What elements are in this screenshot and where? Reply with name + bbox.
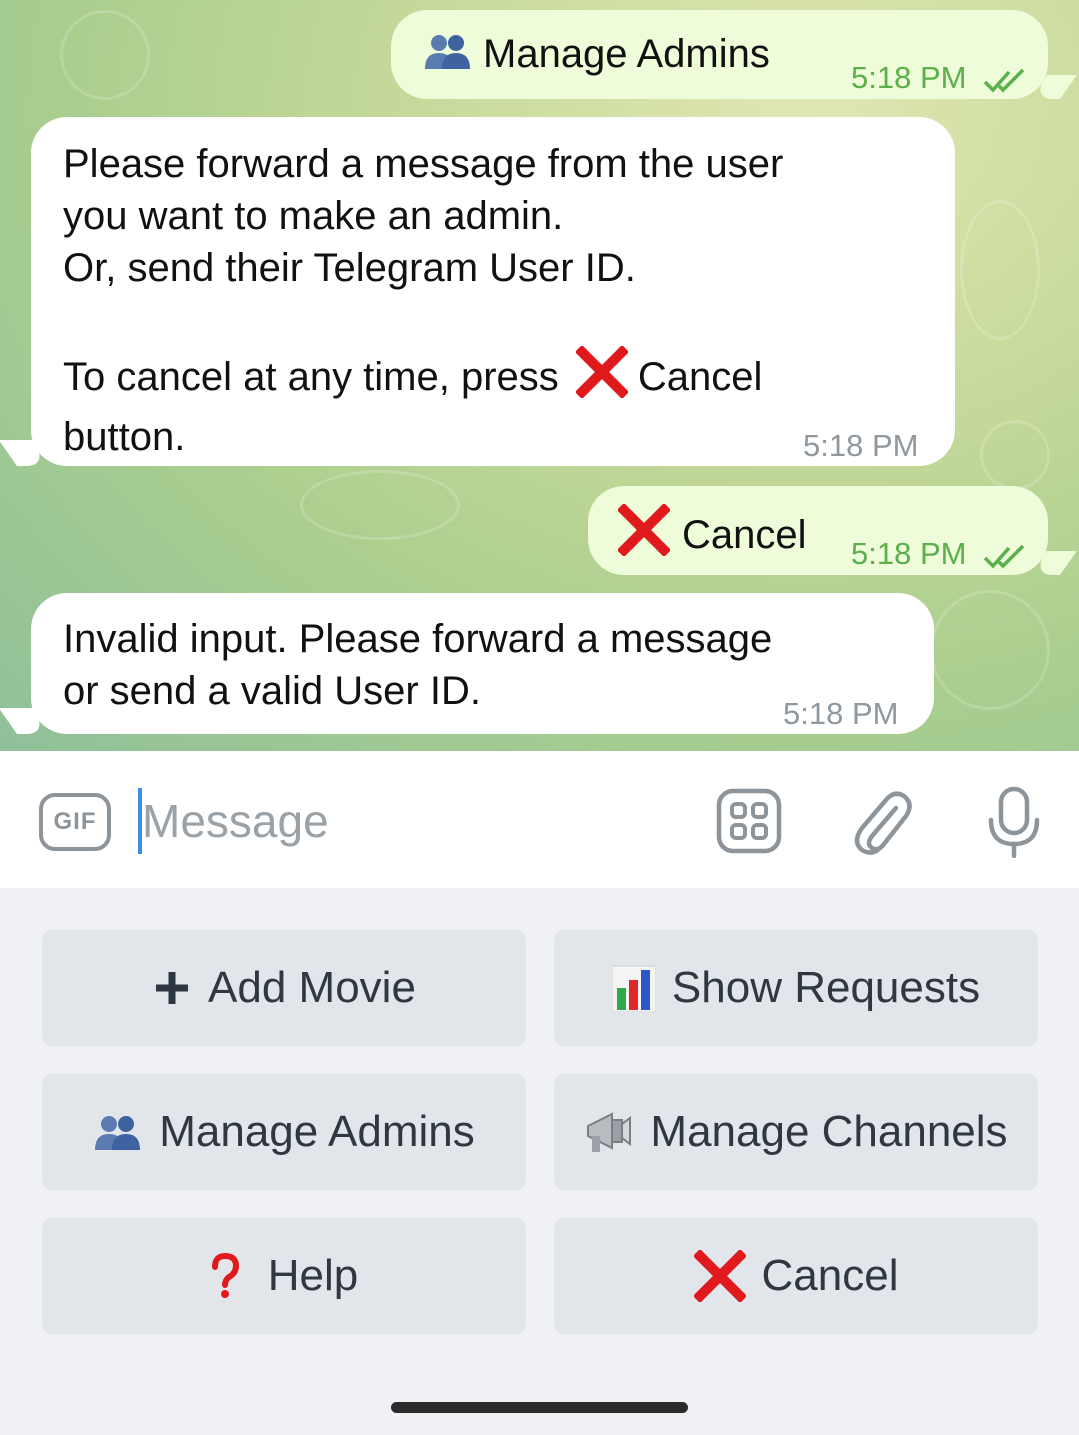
button-label: Manage Channels bbox=[650, 1107, 1008, 1156]
cross-mark-icon bbox=[693, 1250, 746, 1302]
message-text: Manage Admins bbox=[483, 32, 770, 76]
incoming-message[interactable]: Please forward a message from the user y… bbox=[31, 117, 955, 466]
plus-icon bbox=[152, 968, 192, 1008]
background-doodle bbox=[960, 200, 1040, 340]
message-text: Cancel bbox=[682, 513, 807, 557]
button-label: Add Movie bbox=[208, 963, 416, 1012]
double-check-icon bbox=[983, 58, 1029, 110]
message-time: 5:18 PM bbox=[783, 696, 899, 731]
message-content: Manage Admins bbox=[423, 28, 770, 84]
message-content: Cancel bbox=[616, 502, 807, 569]
button-label: Show Requests bbox=[671, 963, 981, 1012]
manage-admins-button[interactable]: Manage Admins bbox=[42, 1074, 526, 1190]
incoming-message[interactable]: Invalid input. Please forward a message … bbox=[31, 593, 934, 734]
button-label: Help bbox=[267, 1251, 359, 1300]
question-mark-icon bbox=[210, 1253, 240, 1299]
busts-in-silhouette-icon bbox=[423, 31, 473, 84]
cancel-button[interactable]: Cancel bbox=[554, 1218, 1038, 1334]
show-requests-button[interactable]: Show Requests bbox=[554, 930, 1038, 1046]
message-meta: 5:18 PM bbox=[851, 528, 1029, 586]
outgoing-message[interactable]: Cancel 5:18 PM bbox=[588, 486, 1048, 575]
gif-button[interactable]: GIF bbox=[39, 793, 111, 851]
message-meta: 5:18 PM bbox=[851, 52, 1029, 110]
megaphone-icon bbox=[584, 1108, 634, 1156]
home-indicator bbox=[391, 1402, 688, 1413]
message-input[interactable] bbox=[142, 790, 682, 852]
bot-keyboard-toggle-icon[interactable] bbox=[716, 788, 782, 854]
manage-channels-button[interactable]: Manage Channels bbox=[554, 1074, 1038, 1190]
double-check-icon bbox=[983, 534, 1029, 586]
button-label: Cancel bbox=[761, 1251, 899, 1300]
bar-chart-icon bbox=[611, 964, 656, 1012]
cross-mark-icon bbox=[574, 344, 629, 411]
help-button[interactable]: Help bbox=[42, 1218, 526, 1334]
outgoing-message[interactable]: Manage Admins 5:18 PM bbox=[391, 10, 1048, 99]
cross-mark-icon bbox=[616, 502, 672, 569]
busts-in-silhouette-icon bbox=[93, 1112, 143, 1152]
message-time: 5:18 PM bbox=[851, 60, 967, 95]
background-doodle bbox=[930, 590, 1050, 710]
attach-paperclip-icon[interactable] bbox=[850, 786, 914, 856]
message-content: Please forward a message from the user y… bbox=[63, 138, 943, 463]
chat-background: Manage Admins 5:18 PM Please forward a m… bbox=[0, 0, 1079, 751]
background-doodle bbox=[60, 10, 150, 100]
background-doodle bbox=[300, 470, 460, 540]
button-label: Manage Admins bbox=[159, 1107, 475, 1156]
message-time: 5:18 PM bbox=[851, 536, 967, 571]
add-movie-button[interactable]: Add Movie bbox=[42, 930, 526, 1046]
background-doodle bbox=[980, 420, 1050, 490]
message-time: 5:18 PM bbox=[803, 428, 919, 463]
microphone-icon[interactable] bbox=[986, 786, 1042, 859]
